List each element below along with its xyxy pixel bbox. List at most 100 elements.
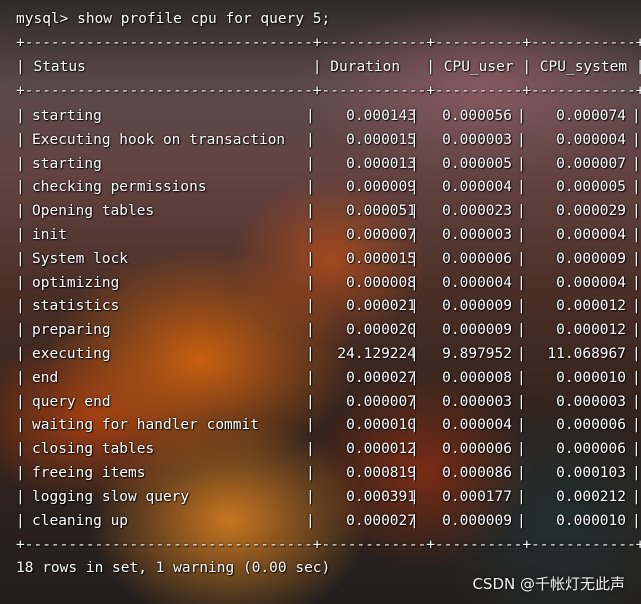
cell-status: executing [32,345,111,362]
cell-status: init [32,226,67,243]
cell-border: | [16,274,25,291]
cell-status: Executing hook on transaction [32,131,286,148]
cell-border: | [410,155,419,172]
cell-border: | [16,369,25,386]
cell-border: | [632,203,641,220]
cell-status: waiting for handler commit [32,417,259,434]
cell-border: | [306,226,315,243]
cell-border: | [410,203,419,220]
cell-cpu-user: 0.000009 [442,322,512,339]
cell-border: | [410,298,419,315]
cell-border: | [16,203,25,220]
cell-border: | [16,298,25,315]
cell-border: | [410,464,419,481]
cell-border: | [632,131,641,148]
cell-duration: 0.000012 [346,441,416,458]
cell-border: | [306,345,315,362]
cell-cpu-system: 0.000010 [556,369,626,386]
result-summary: 18 rows in set, 1 warning (0.00 sec) [16,560,331,576]
cell-duration: 0.000143 [346,108,416,124]
cell-border: | [410,345,419,362]
cell-border: | [306,512,315,529]
cell-cpu-system: 0.000004 [556,131,626,148]
cell-cpu-system: 0.000012 [556,298,626,315]
cell-border: | [16,488,25,505]
cell-duration: 0.000015 [346,250,416,267]
cell-cpu-user: 0.000004 [442,274,512,291]
cell-cpu-system: 0.000006 [556,417,626,434]
cell-border: | [306,488,315,505]
cell-border: | [632,441,641,458]
cell-border: | [632,417,641,434]
cell-border: | [16,512,25,529]
cell-border: | [306,441,315,458]
cell-cpu-system: 0.000004 [556,226,626,243]
cell-cpu-user: 0.000006 [442,441,512,458]
cell-duration: 0.000007 [346,393,416,410]
cell-border: | [306,274,315,291]
cell-duration: 0.000021 [346,298,416,315]
cell-border: | [306,179,315,196]
cell-cpu-user: 0.000004 [442,179,512,196]
cell-border: | [306,203,315,220]
cell-border: | [410,131,419,148]
cell-status: cleaning up [32,512,129,529]
terminal-window[interactable]: mysql> show profile cpu for query 5; +--… [0,0,641,604]
cell-duration: 0.000027 [346,512,416,529]
cell-duration: 0.000015 [346,131,416,148]
cell-duration: 0.000007 [346,226,416,243]
cell-duration: 0.000010 [346,417,416,434]
cell-cpu-system: 0.000006 [556,441,626,458]
cell-border: | [632,512,641,529]
cell-border: | [410,108,419,124]
cell-cpu-system: 0.000212 [556,488,626,505]
cell-border: | [632,108,641,124]
cell-status: freeing items [32,464,146,481]
cell-border: | [16,393,25,410]
command-line: mysql> show profile cpu for query 5; [16,11,331,27]
cell-border: | [306,131,315,148]
cell-border: | [16,322,25,339]
cell-border: | [306,322,315,339]
cell-cpu-user: 0.000003 [442,393,512,410]
cell-duration: 0.000009 [346,179,416,196]
cell-border: | [632,369,641,386]
cell-border: | [16,417,25,434]
cell-border: | [632,298,641,315]
cell-cpu-system: 0.000007 [556,155,626,172]
watermark: CSDN @千帐灯无此声 [472,575,625,593]
cell-status: logging slow query [32,488,190,505]
cell-status: statistics [32,298,120,315]
cell-duration: 0.000391 [346,488,416,505]
cell-border: | [410,274,419,291]
cell-border: | [16,250,25,267]
cell-border: | [632,393,641,410]
cell-border: | [16,179,25,196]
cell-cpu-user: 9.897952 [442,345,512,362]
cell-cpu-system: 0.000012 [556,322,626,339]
cell-duration: 0.000027 [346,369,416,386]
cell-cpu-user: 0.000009 [442,512,512,529]
table-header: | Status | Duration | CPU_user | CPU_sys… [16,59,641,75]
cell-border: | [306,155,315,172]
cell-border: | [16,226,25,243]
cell-border: | [632,345,641,362]
cell-border: | [410,393,419,410]
cell-border: | [410,417,419,434]
cell-cpu-system: 0.000010 [556,512,626,529]
cell-cpu-user: 0.000086 [442,464,512,481]
cell-cpu-system: 0.000103 [556,464,626,481]
cell-border: | [632,226,641,243]
cell-border: | [16,131,25,148]
cell-duration: 0.000819 [346,464,416,481]
cell-cpu-user: 0.000006 [442,250,512,267]
cell-cpu-user: 0.000009 [442,298,512,315]
cell-status: Opening tables [32,203,155,220]
cell-cpu-system: 0.000005 [556,179,626,196]
cell-duration: 0.000020 [346,322,416,339]
cell-border: | [410,179,419,196]
cell-status: starting [32,155,102,172]
cell-status: starting [32,108,102,124]
cell-cpu-system: 0.000074 [556,108,626,124]
cell-cpu-user: 0.000056 [442,108,512,124]
